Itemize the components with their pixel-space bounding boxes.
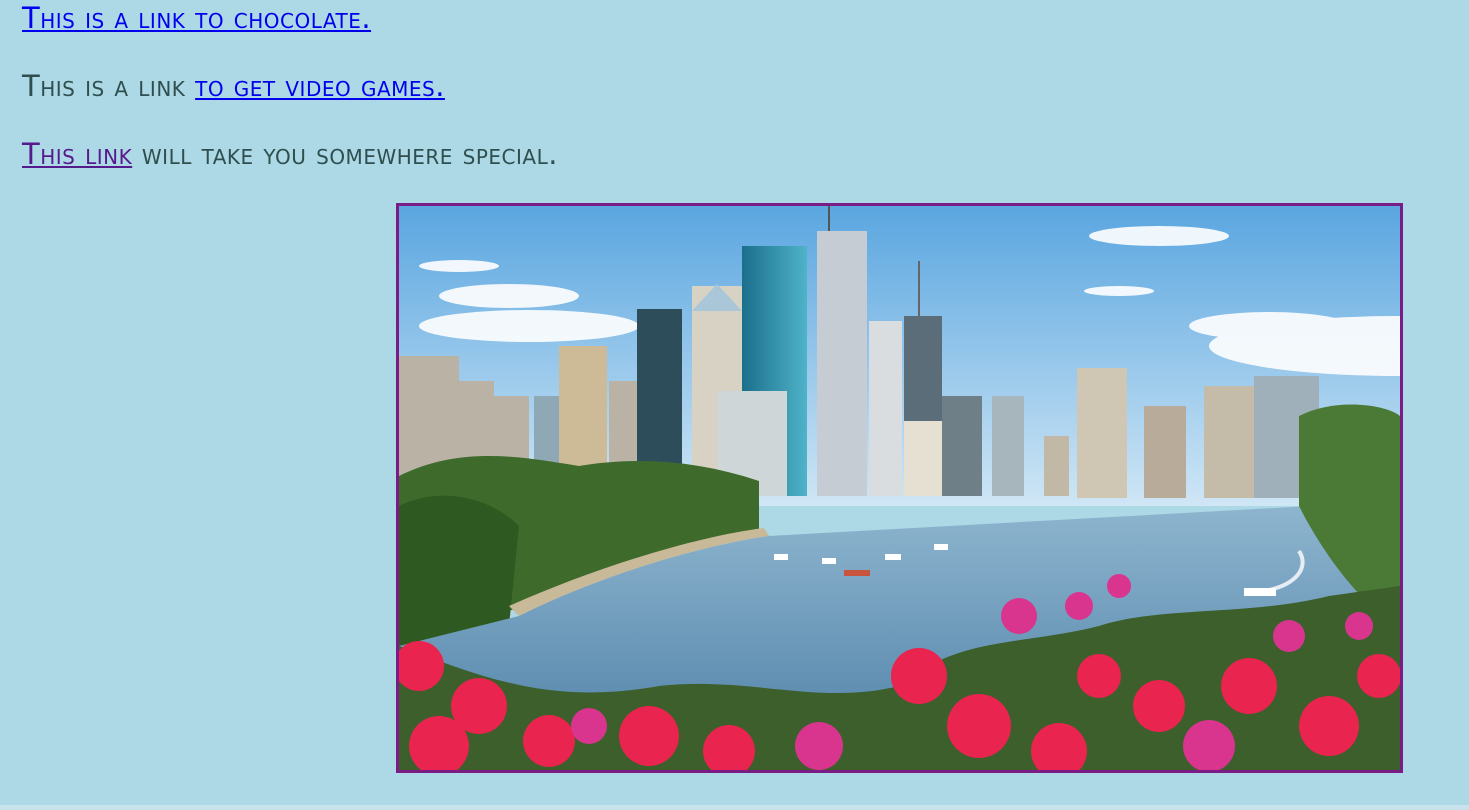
special-link[interactable]: This link bbox=[22, 137, 132, 171]
special-suffix: will take you somewhere special. bbox=[132, 137, 558, 171]
page-bottom-strip bbox=[0, 805, 1469, 810]
special-line: This link will take you somewhere specia… bbox=[22, 136, 558, 172]
video-games-prefix: This is a link bbox=[22, 69, 196, 103]
video-games-line: This is a link to get video games. bbox=[22, 68, 445, 104]
chocolate-line: This is a link to chocolate. bbox=[22, 0, 371, 36]
video-games-link[interactable]: to get video games. bbox=[195, 69, 445, 103]
city-skyline-image bbox=[396, 203, 1403, 773]
chocolate-link[interactable]: This is a link to chocolate. bbox=[22, 1, 371, 35]
